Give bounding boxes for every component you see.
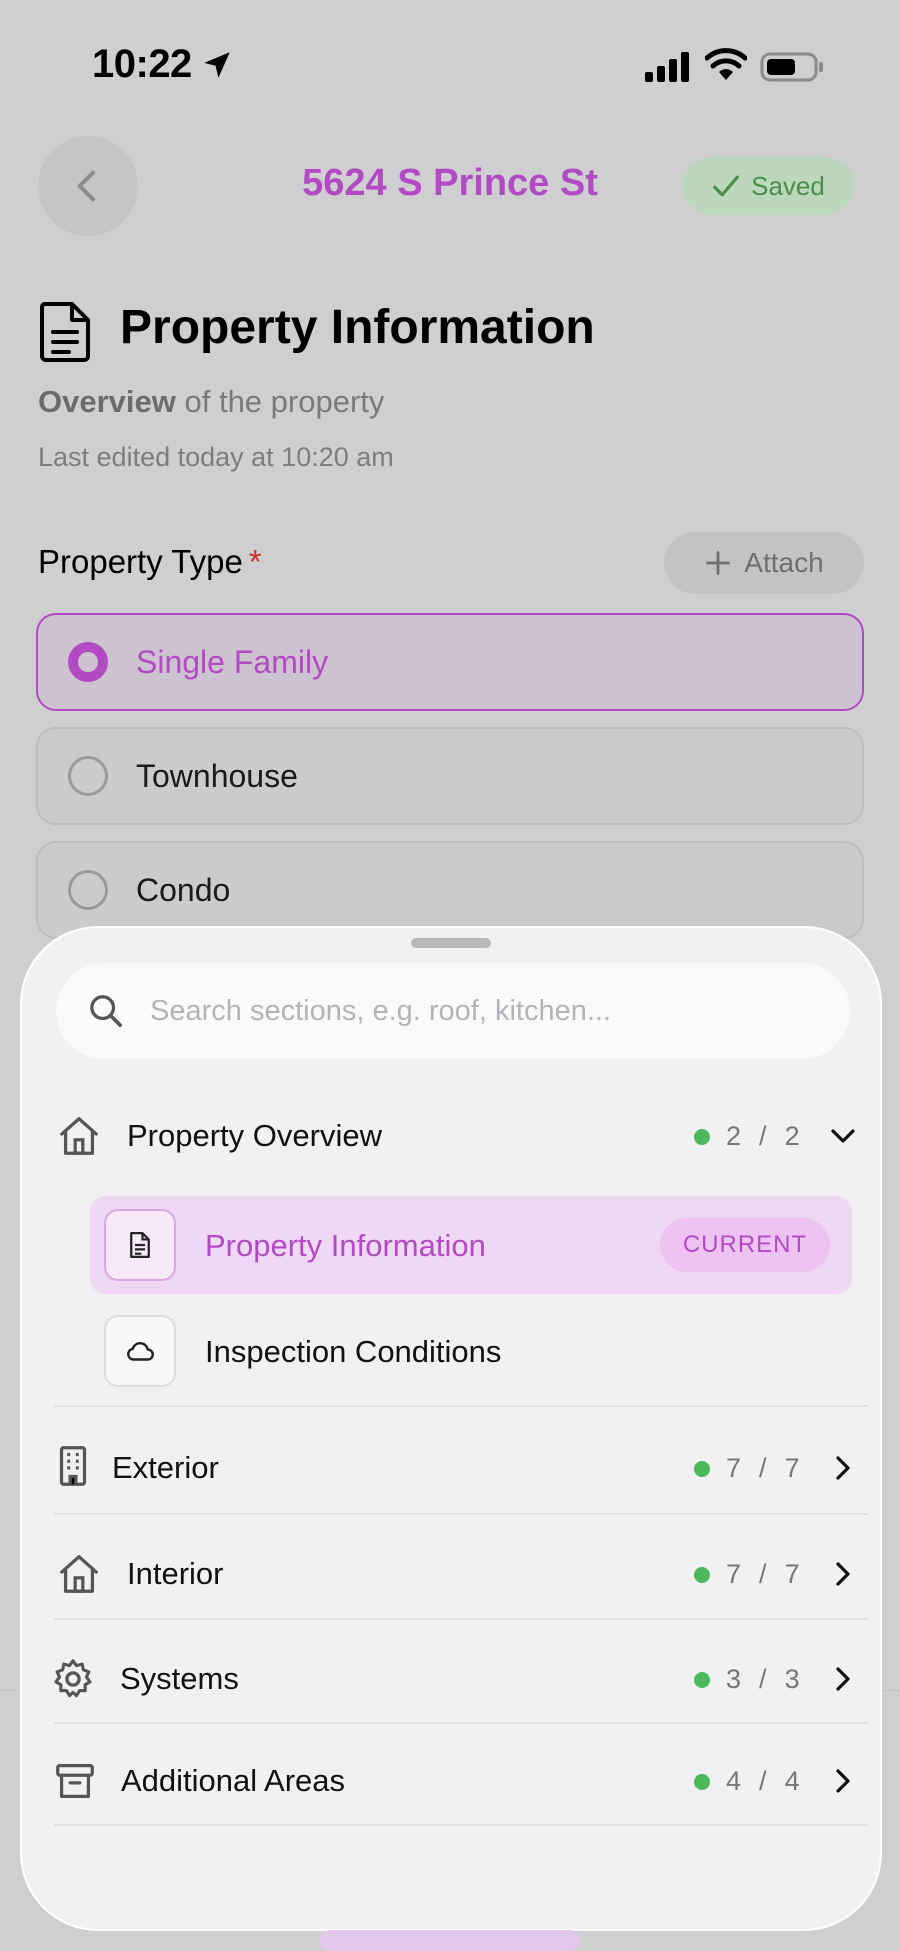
- wifi-icon: [705, 48, 747, 80]
- cloud-icon: [127, 1342, 154, 1361]
- section-interior[interactable]: Interior 7 / 7: [22, 1529, 880, 1619]
- complete-dot: [694, 1128, 710, 1145]
- subtitle-rest: of the property: [175, 384, 385, 419]
- section-property-overview[interactable]: Property Overview 2 / 2: [22, 1091, 880, 1181]
- option-label: Single Family: [136, 643, 329, 680]
- building-icon: [59, 1446, 87, 1486]
- subsection-icon-box[interactable]: [104, 1315, 176, 1387]
- section-label: Additional Areas: [121, 1763, 346, 1798]
- attach-button[interactable]: Attach: [664, 532, 864, 594]
- house-icon: [60, 1555, 98, 1593]
- done-count: 3: [726, 1664, 743, 1694]
- saved-label: Saved: [751, 170, 825, 201]
- done-count: 7: [726, 1559, 743, 1589]
- divider: [54, 1405, 868, 1407]
- section-progress: 7 / 7: [694, 1559, 801, 1590]
- chevron-right-icon: [836, 1667, 850, 1691]
- subsection-inspection-conditions[interactable]: Inspection Conditions: [205, 1334, 501, 1370]
- option-condo[interactable]: Condo: [36, 841, 864, 939]
- subtitle-bold: Overview: [38, 384, 176, 419]
- radio-unselected: [68, 870, 108, 910]
- separator: /: [759, 1664, 768, 1694]
- required-mark: *: [248, 543, 262, 580]
- home-indicator-glow: [320, 1930, 580, 1951]
- separator: /: [759, 1121, 768, 1151]
- option-townhouse[interactable]: Townhouse: [36, 727, 864, 825]
- field-label-text: Property Type: [38, 543, 243, 580]
- option-single-family[interactable]: Single Family: [36, 613, 864, 711]
- section-label: Interior: [127, 1556, 224, 1591]
- divider: [54, 1824, 868, 1826]
- option-label: Townhouse: [136, 757, 298, 794]
- done-count: 4: [726, 1766, 743, 1796]
- section-label: Property Overview: [127, 1118, 382, 1153]
- total-count: 2: [784, 1121, 801, 1151]
- search-placeholder: Search sections, e.g. roof, kitchen...: [150, 994, 612, 1027]
- section-search-input[interactable]: Search sections, e.g. roof, kitchen...: [56, 963, 850, 1059]
- section-progress: 4 / 4: [694, 1766, 801, 1797]
- search-icon: [90, 995, 122, 1027]
- sheet-grabber[interactable]: [411, 938, 491, 948]
- section-progress: 7 / 7: [694, 1453, 801, 1484]
- status-time: 10:22: [92, 42, 192, 86]
- plus-icon: [706, 551, 731, 575]
- total-count: 3: [784, 1664, 801, 1694]
- section-progress: 3 / 3: [694, 1664, 801, 1695]
- battery-icon: [760, 52, 823, 82]
- attach-label: Attach: [744, 547, 824, 578]
- total-count: 7: [784, 1453, 801, 1483]
- total-count: 4: [784, 1766, 801, 1796]
- checkmark-icon: [713, 175, 739, 197]
- done-count: 7: [726, 1453, 743, 1483]
- document-icon: [39, 302, 90, 362]
- house-icon: [60, 1117, 98, 1155]
- divider: [54, 1513, 868, 1515]
- subsection-icon-box: [104, 1209, 176, 1281]
- complete-dot: [694, 1773, 710, 1790]
- chevron-right-icon: [836, 1769, 850, 1793]
- radio-unselected: [68, 756, 108, 796]
- section-label: Systems: [120, 1661, 239, 1696]
- complete-dot: [694, 1671, 710, 1688]
- option-label: Condo: [136, 871, 231, 908]
- section-additional-areas[interactable]: Additional Areas 4 / 4: [22, 1736, 880, 1826]
- last-edited-text: Last edited today at 10:20 am: [38, 442, 394, 472]
- section-navigator-sheet: Search sections, e.g. roof, kitchen... P…: [20, 926, 882, 1931]
- separator: /: [759, 1559, 768, 1589]
- done-count: 2: [726, 1121, 743, 1151]
- saved-status-badge: Saved: [682, 157, 854, 215]
- separator: /: [759, 1766, 768, 1796]
- radio-selected: [68, 642, 108, 682]
- chevron-down-icon: [831, 1129, 855, 1143]
- divider: [54, 1722, 868, 1724]
- section-label: Exterior: [112, 1450, 219, 1485]
- section-systems[interactable]: Systems 3 / 3: [22, 1634, 880, 1724]
- current-badge: CURRENT: [660, 1218, 830, 1272]
- document-icon: [130, 1232, 150, 1258]
- complete-dot: [694, 1566, 710, 1583]
- separator: /: [759, 1453, 768, 1483]
- archive-box-icon: [56, 1764, 94, 1798]
- total-count: 7: [784, 1559, 801, 1589]
- section-progress: 2 / 2: [694, 1121, 801, 1152]
- chevron-right-icon: [836, 1456, 850, 1480]
- property-type-label: Property Type *: [38, 543, 262, 581]
- page-title: Property Information: [120, 301, 595, 354]
- gear-icon: [54, 1659, 92, 1698]
- complete-dot: [694, 1460, 710, 1477]
- status-bar: 10:22: [0, 0, 900, 130]
- chevron-right-icon: [836, 1562, 850, 1586]
- section-exterior[interactable]: Exterior 7 / 7: [22, 1423, 880, 1513]
- divider: [54, 1618, 868, 1620]
- page-subtitle: Overview of the property: [38, 384, 384, 420]
- subsection-label: Property Information: [205, 1228, 486, 1263]
- cellular-signal-icon: [645, 52, 689, 82]
- location-arrow-icon: [204, 52, 230, 78]
